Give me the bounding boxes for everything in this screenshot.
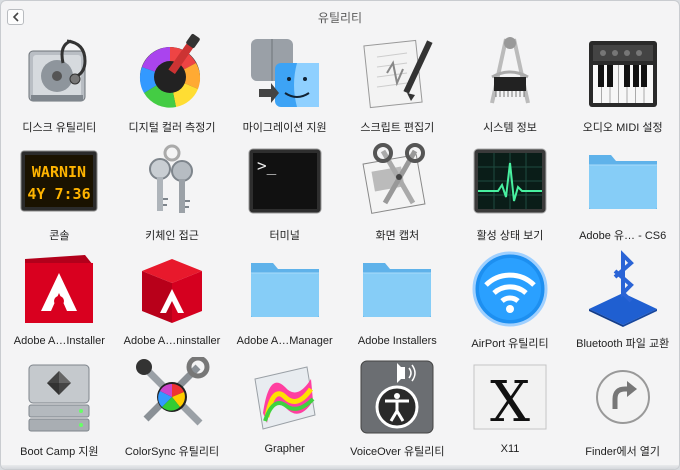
app-label: 스크립트 편집기 [360, 122, 435, 134]
app-terminal[interactable]: >_ 터미널 [228, 139, 341, 247]
app-label: ColorSync 유틸리티 [124, 446, 220, 458]
app-adobe-air-installer[interactable]: Adobe A…Installer [3, 247, 116, 355]
app-adobe-installers[interactable]: Adobe Installers [341, 247, 454, 355]
adobe-air-uninstaller-icon [132, 249, 212, 329]
app-adobe-air-uninstaller[interactable]: Adobe A…ninstaller [116, 247, 229, 355]
adobe-air-installer-icon [19, 249, 99, 329]
app-label: 터미널 [269, 230, 300, 242]
app-label: 콘솔 [49, 230, 70, 242]
app-grid: 디스크 유틸리티 디지털 컬러 측정기 마이그레이션 지원 스크립트 편집기 시… [3, 31, 679, 463]
x11-logo-text: X [490, 370, 530, 435]
keychain-access-icon [132, 141, 212, 221]
app-label: X11 [500, 443, 520, 455]
open-in-finder-icon [583, 357, 663, 437]
activity-monitor-icon [470, 141, 550, 221]
app-label: Adobe A…Manager [236, 335, 333, 347]
app-grapher[interactable]: Grapher [228, 355, 341, 463]
script-editor-icon [357, 33, 437, 113]
app-migration-assistant[interactable]: 마이그레이션 지원 [228, 31, 341, 139]
app-label: Boot Camp 지원 [20, 446, 99, 458]
app-console[interactable]: WARNIN 4Y 7:36 콘솔 [3, 139, 116, 247]
app-label: Adobe A…ninstaller [123, 335, 221, 347]
terminal-prompt-text: >_ [257, 156, 277, 175]
app-label: 디스크 유틸리티 [22, 122, 97, 134]
system-information-icon [470, 33, 550, 113]
app-disk-utility[interactable]: 디스크 유틸리티 [3, 31, 116, 139]
app-keychain-access[interactable]: 키체인 접근 [116, 139, 229, 247]
colorsync-icon [132, 357, 212, 437]
app-label: Bluetooth 파일 교환 [576, 338, 670, 350]
console-screen-text-2: 4Y 7:36 [28, 185, 91, 203]
x11-icon: X [470, 357, 550, 437]
app-colorsync-utility[interactable]: ColorSync 유틸리티 [116, 355, 229, 463]
app-bluetooth-file-exchange[interactable]: Bluetooth 파일 교환 [566, 247, 679, 355]
app-label: 키체인 접근 [145, 230, 199, 242]
app-label: 오디오 MIDI 설정 [582, 122, 663, 134]
app-label: AirPort 유틸리티 [471, 338, 549, 350]
voiceover-icon [357, 357, 437, 437]
app-label: 활성 상태 보기 [476, 230, 544, 242]
app-airport-utility[interactable]: AirPort 유틸리티 [454, 247, 567, 355]
app-digital-color-meter[interactable]: 디지털 컬러 측정기 [116, 31, 229, 139]
app-adobe-utilities-cs6[interactable]: Adobe 유… - CS6 [566, 139, 679, 247]
app-script-editor[interactable]: 스크립트 편집기 [341, 31, 454, 139]
app-system-information[interactable]: 시스템 정보 [454, 31, 567, 139]
app-label: Adobe 유… - CS6 [579, 230, 667, 242]
app-label: Grapher [264, 443, 305, 455]
app-boot-camp-assistant[interactable]: Boot Camp 지원 [3, 355, 116, 463]
folder-title: 유틸리티 [317, 11, 363, 25]
app-grab[interactable]: 화면 캡처 [341, 139, 454, 247]
app-label: 마이그레이션 지원 [242, 122, 327, 134]
terminal-icon: >_ [245, 141, 325, 221]
app-open-in-finder[interactable]: Finder에서 열기 [566, 355, 679, 463]
app-label: Adobe Installers [357, 335, 437, 347]
app-label: Finder에서 열기 [585, 446, 661, 458]
app-label: Adobe A…Installer [13, 335, 105, 347]
console-icon: WARNIN 4Y 7:36 [19, 141, 99, 221]
boot-camp-icon [19, 357, 99, 437]
app-label: 디지털 컬러 측정기 [128, 122, 216, 134]
folder-icon [245, 249, 325, 329]
bottom-edge [1, 465, 679, 469]
console-screen-text-1: WARNIN [32, 163, 86, 181]
disk-utility-icon [19, 33, 99, 113]
grab-icon [357, 141, 437, 221]
app-label: 화면 캡처 [375, 230, 420, 242]
app-label: 시스템 정보 [483, 122, 537, 134]
launchpad-folder-panel: 유틸리티 디스크 유틸리티 디지털 컬러 측정기 마이그레이션 지원 스크립트 … [0, 0, 680, 470]
app-adobe-application-manager[interactable]: Adobe A…Manager [228, 247, 341, 355]
migration-assistant-icon [245, 33, 325, 113]
audio-midi-setup-icon [583, 33, 663, 113]
app-activity-monitor[interactable]: 활성 상태 보기 [454, 139, 567, 247]
folder-icon [583, 141, 663, 221]
airport-utility-icon [470, 249, 550, 329]
app-label: VoiceOver 유틸리티 [350, 446, 445, 458]
bluetooth-icon [583, 249, 663, 329]
app-audio-midi-setup[interactable]: 오디오 MIDI 설정 [566, 31, 679, 139]
digital-color-meter-icon [132, 33, 212, 113]
grapher-icon [245, 357, 325, 437]
folder-icon [357, 249, 437, 329]
app-x11[interactable]: X X11 [454, 355, 567, 463]
app-voiceover-utility[interactable]: VoiceOver 유틸리티 [341, 355, 454, 463]
